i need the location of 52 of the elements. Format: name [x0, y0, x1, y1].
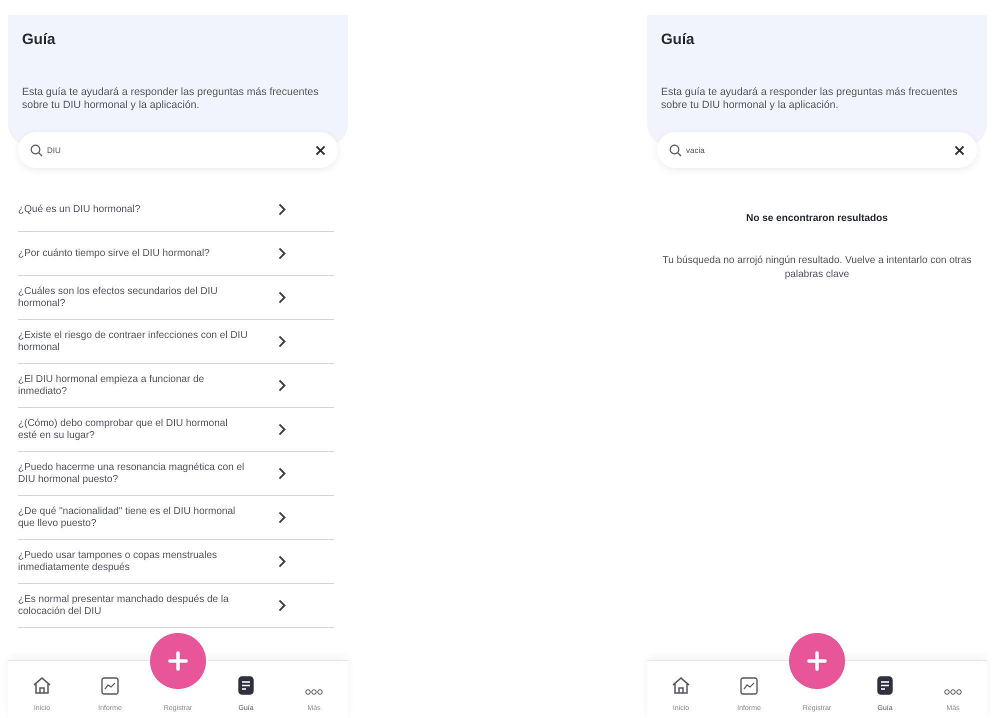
close-icon[interactable] [954, 144, 965, 156]
chevron-icon [278, 555, 286, 568]
question-row[interactable]: ¿(Cómo) debo comprobar que el DIU hormonal esté en su lugar? [18, 408, 334, 452]
question-row[interactable]: ¿Es normal presentar manchado después de la colocación del DIU [18, 584, 334, 628]
chart-icon [101, 677, 119, 695]
question-row[interactable]: ¿Cuáles son los efectos secundarios del DIU hormonal? [18, 276, 334, 320]
chevron-icon [278, 511, 286, 524]
more-icon [305, 689, 323, 695]
chevron-icon [278, 599, 286, 612]
search-icon [30, 144, 43, 156]
chevron-icon [278, 423, 286, 436]
home-icon [671, 676, 691, 695]
search-icon [669, 144, 682, 156]
question-text: ¿De qué "nacionalidad" tiene es el DIU hormonal que llevo puesto? [18, 506, 236, 530]
page-title: Guía [661, 31, 696, 48]
question-text: ¿Es normal presentar manchado después de la colocación del DIU [18, 594, 230, 618]
question-row[interactable]: ¿El DIU hormonal empieza a funcionar de inmediato? [18, 364, 334, 408]
question-text: ¿Puedo usar tampones o copas menstruales inmediatamente después [18, 550, 218, 574]
question-row[interactable]: ¿Existe el riesgo de contraer infecciones con el DIU hormonal [18, 320, 334, 364]
empty-heading: No se encontraron resultados [745, 213, 889, 224]
question-text: ¿(Cómo) debo comprobar que el DIU hormonal esté en su lugar? [18, 418, 229, 442]
page-description: Esta guía te ayudará a responder las preguntas más frecuentes sobre tu DIU hormonal y la aplicación. [22, 86, 320, 112]
question-text: ¿El DIU hormonal empieza a funcionar de inmediato? [18, 374, 206, 398]
question-text: ¿Qué es un DIU hormonal? [18, 204, 142, 216]
question-row[interactable]: ¿Por cuánto tiempo sirve el DIU hormonal? [18, 232, 334, 276]
search-input[interactable]: DIU [47, 146, 311, 154]
chevron-icon [278, 379, 286, 392]
chevron-icon [278, 247, 286, 260]
empty-message: Tu búsqueda no arrojó ningún resultado. Vuelve a intentarlo con otras palabras clave [662, 254, 972, 282]
chevron-icon [278, 203, 286, 216]
page-title: Guía [22, 31, 56, 48]
question-row[interactable]: ¿De qué "nacionalidad" tiene es el DIU hormonal que llevo puesto? [18, 496, 334, 540]
document-icon [877, 676, 893, 695]
close-icon[interactable] [315, 144, 326, 156]
plus-icon [807, 651, 827, 671]
document-icon [238, 676, 254, 695]
question-text: ¿Cuáles son los efectos secundarios del DIU hormonal? [18, 286, 219, 310]
home-icon [32, 676, 52, 695]
question-text: ¿Existe el riesgo de contraer infecciones con el DIU hormonal [18, 330, 249, 354]
question-text: ¿Puedo hacerme una resonancia magnética con el DIU hormonal puesto? [18, 462, 246, 486]
chevron-icon [278, 291, 286, 304]
question-text: ¿Por cuánto tiempo sirve el DIU hormonal? [18, 248, 211, 260]
question-row[interactable]: ¿Puedo hacerme una resonancia magnética con el DIU hormonal puesto? [18, 452, 334, 496]
question-row[interactable]: ¿Qué es un DIU hormonal? [18, 188, 334, 232]
plus-icon [168, 651, 188, 671]
chevron-icon [278, 467, 286, 480]
chevron-icon [278, 335, 286, 348]
search-input[interactable]: vacia [686, 146, 950, 154]
question-row[interactable]: ¿Puedo usar tampones o copas menstruales inmediatamente después [18, 540, 334, 584]
chart-icon [740, 677, 758, 695]
page-description: Esta guía te ayudará a responder las preguntas más frecuentes sobre tu DIU hormonal y la aplicación. [661, 86, 959, 112]
more-icon [944, 689, 962, 695]
